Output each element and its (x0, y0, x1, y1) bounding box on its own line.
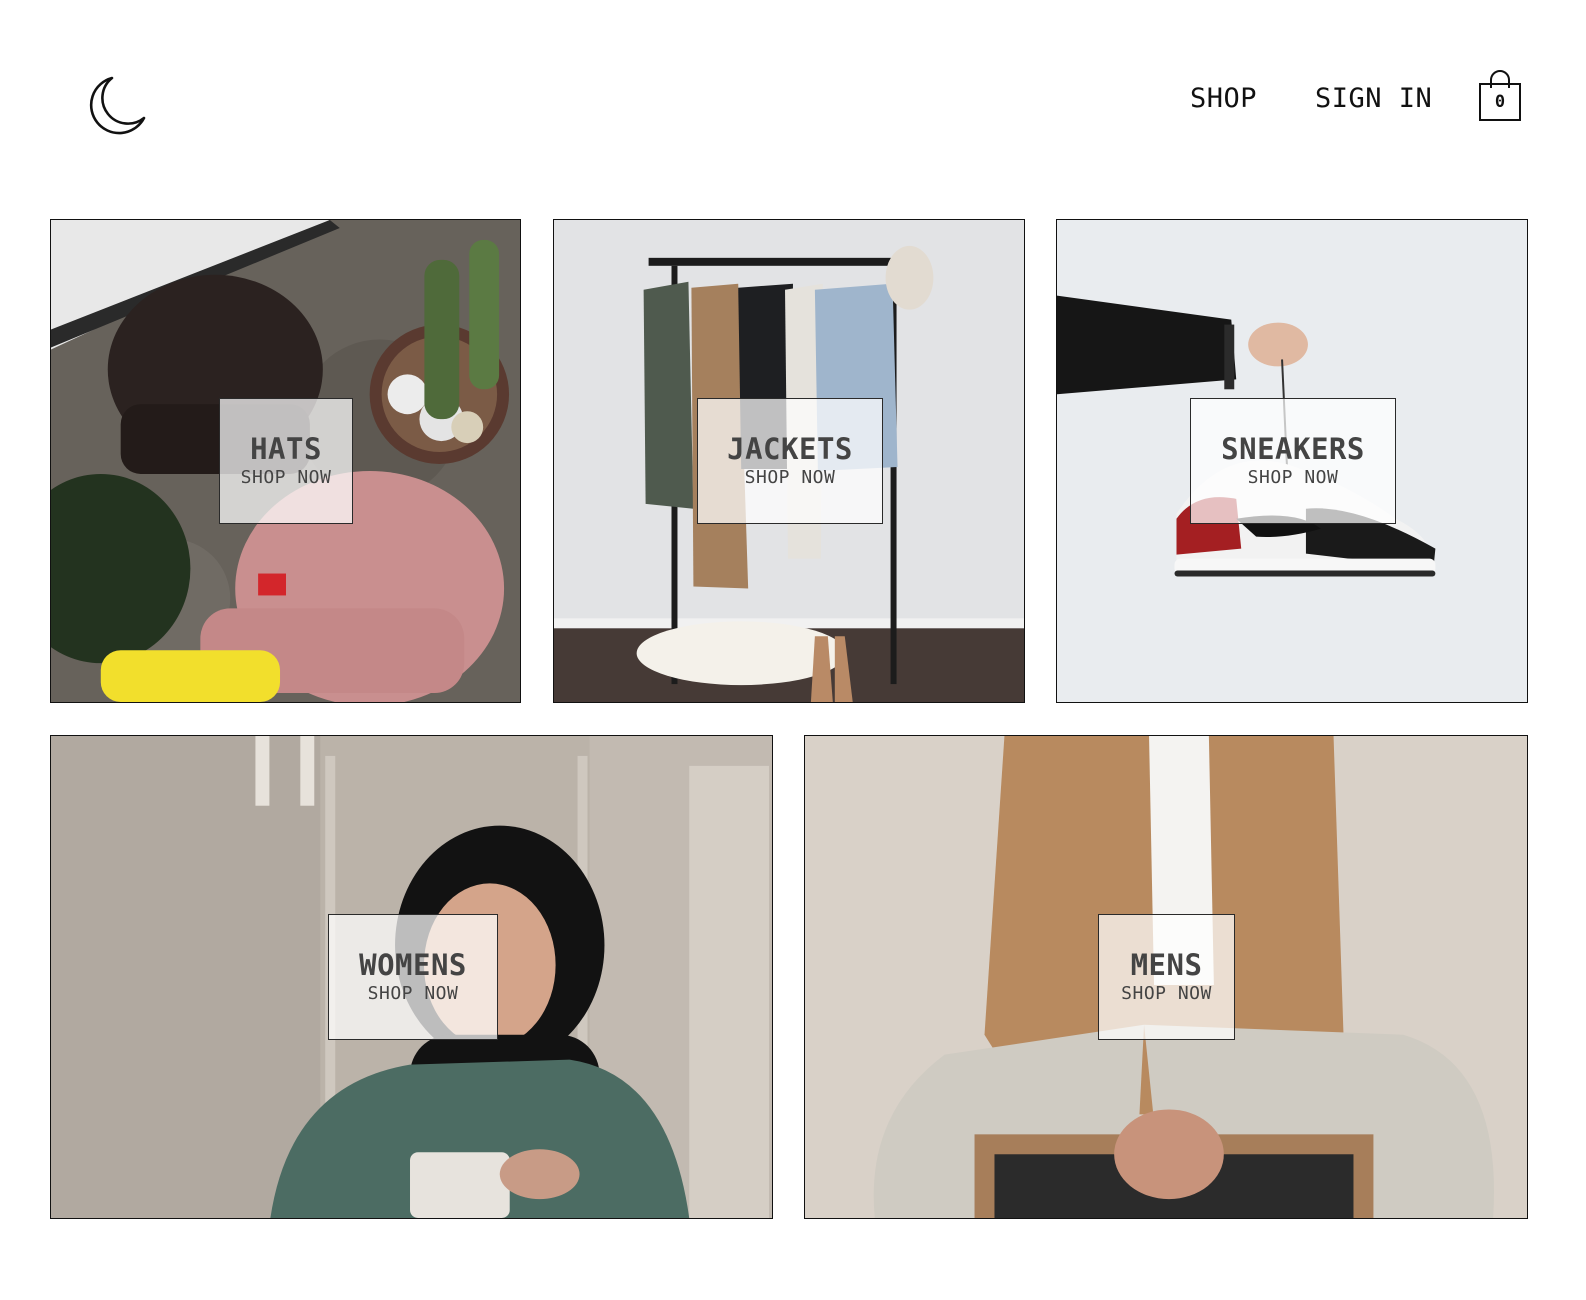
mens-label[interactable]: MENS SHOP NOW (1098, 914, 1235, 1040)
site-header: SHOP SIGN IN 0 (0, 0, 1586, 200)
nav-shop-link[interactable]: SHOP (1190, 78, 1257, 118)
category-title: SNEAKERS (1221, 432, 1365, 466)
category-tile-mens[interactable]: MENS SHOP NOW (804, 735, 1528, 1219)
sneakers-label[interactable]: SNEAKERS SHOP NOW (1190, 398, 1396, 524)
category-tile-jackets[interactable]: JACKETS SHOP NOW (553, 219, 1025, 703)
shop-now-link: SHOP NOW (1121, 983, 1212, 1004)
jackets-label[interactable]: JACKETS SHOP NOW (697, 398, 883, 524)
category-title: MENS (1130, 948, 1203, 982)
cart-button[interactable]: 0 (1478, 70, 1522, 122)
category-tile-sneakers[interactable]: SNEAKERS SHOP NOW (1056, 219, 1528, 703)
category-tile-hats[interactable]: HATS SHOP NOW (50, 219, 521, 703)
shop-now-link: SHOP NOW (744, 467, 836, 488)
category-tile-womens[interactable]: WOMENS SHOP NOW (50, 735, 773, 1219)
shop-now-link: SHOP NOW (240, 467, 332, 488)
category-title: JACKETS (727, 432, 853, 466)
nav-sign-in-link[interactable]: SIGN IN (1315, 78, 1432, 118)
hats-label[interactable]: HATS SHOP NOW (219, 398, 353, 524)
womens-label[interactable]: WOMENS SHOP NOW (328, 914, 498, 1040)
shop-now-link: SHOP NOW (1247, 467, 1339, 488)
category-title: HATS (250, 432, 322, 466)
shop-now-link: SHOP NOW (367, 983, 459, 1004)
category-title: WOMENS (359, 948, 467, 982)
crescent-moon-icon[interactable] (82, 72, 148, 138)
cart-count: 0 (1494, 92, 1506, 112)
